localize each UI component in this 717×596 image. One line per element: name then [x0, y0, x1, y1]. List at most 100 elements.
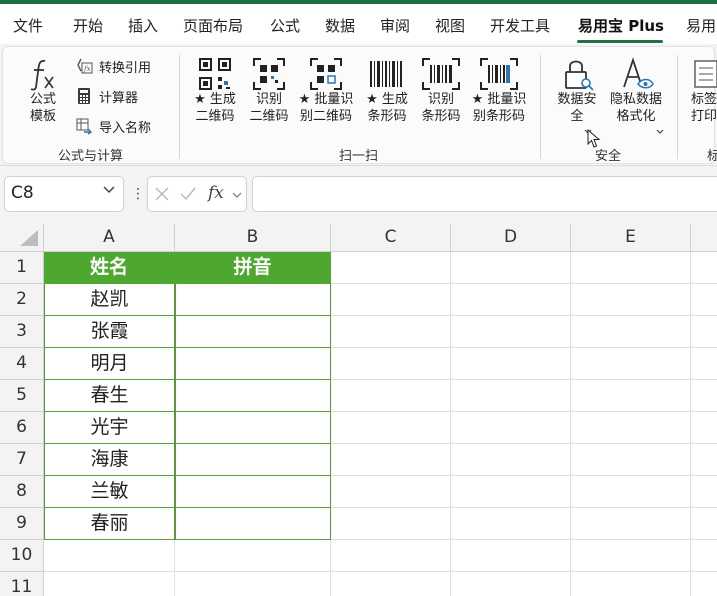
cell-d2[interactable]: [451, 284, 571, 316]
row-header-9[interactable]: 9: [0, 508, 44, 540]
cell-c4[interactable]: [331, 348, 451, 380]
privacy-format-button[interactable]: 隐私数据 格式化: [606, 57, 666, 134]
cell-c5[interactable]: [331, 380, 451, 412]
cell-b10[interactable]: [175, 540, 331, 572]
name-cell[interactable]: 光宇: [44, 412, 175, 444]
menu-developer[interactable]: 开发工具: [490, 15, 550, 36]
menu-page-layout[interactable]: 页面布局: [183, 15, 243, 36]
row-header-7[interactable]: 7: [0, 444, 44, 476]
menu-yiyong-cut[interactable]: 易用: [686, 15, 716, 36]
cell-f8[interactable]: [691, 476, 717, 508]
pinyin-cell[interactable]: [175, 476, 331, 508]
cell-a10[interactable]: [44, 540, 175, 572]
recognize-barcode-button[interactable]: 识别 条形码: [417, 57, 465, 125]
cell-f2[interactable]: [691, 284, 717, 316]
cell-f9[interactable]: [691, 508, 717, 540]
calculator-button[interactable]: 计算器: [75, 85, 138, 107]
cell-d1[interactable]: [451, 252, 571, 284]
header-cell-pinyin[interactable]: 拼音: [175, 252, 331, 284]
cell-e6[interactable]: [571, 412, 691, 444]
cell-f6[interactable]: [691, 412, 717, 444]
row-header-4[interactable]: 4: [0, 348, 44, 380]
cell-f1[interactable]: [691, 252, 717, 284]
column-header-d[interactable]: D: [451, 224, 571, 252]
cell-f10[interactable]: [691, 540, 717, 572]
pinyin-cell[interactable]: [175, 348, 331, 380]
column-header-e[interactable]: E: [571, 224, 691, 252]
cell-f3[interactable]: [691, 316, 717, 348]
cell-e8[interactable]: [571, 476, 691, 508]
cell-d6[interactable]: [451, 412, 571, 444]
menu-review[interactable]: 审阅: [380, 15, 410, 36]
cell-d3[interactable]: [451, 316, 571, 348]
menu-file[interactable]: 文件: [13, 15, 43, 36]
cancel-icon[interactable]: [154, 186, 170, 202]
confirm-icon[interactable]: [180, 186, 196, 202]
cell-e4[interactable]: [571, 348, 691, 380]
cell-e2[interactable]: [571, 284, 691, 316]
column-header-f[interactable]: [691, 224, 717, 252]
name-cell[interactable]: 春生: [44, 380, 175, 412]
cell-b11[interactable]: [175, 572, 331, 596]
name-cell[interactable]: 兰敏: [44, 476, 175, 508]
cell-e11[interactable]: [571, 572, 691, 596]
label-print-button[interactable]: 标签 打印: [691, 57, 717, 125]
cell-c9[interactable]: [331, 508, 451, 540]
cell-d4[interactable]: [451, 348, 571, 380]
cell-e5[interactable]: [571, 380, 691, 412]
chevron-down-icon[interactable]: [232, 192, 242, 199]
cell-f11[interactable]: [691, 572, 717, 596]
import-name-button[interactable]: 导入名称: [75, 115, 151, 137]
cell-c11[interactable]: [331, 572, 451, 596]
generate-qrcode-button[interactable]: ★ 生成 二维码: [191, 57, 239, 125]
cell-d8[interactable]: [451, 476, 571, 508]
row-header-6[interactable]: 6: [0, 412, 44, 444]
cell-e3[interactable]: [571, 316, 691, 348]
recognize-qrcode-button[interactable]: 识别 二维码: [247, 57, 291, 125]
cell-e9[interactable]: [571, 508, 691, 540]
batch-recognize-qrcode-button[interactable]: ★ 批量识 别二维码: [297, 57, 355, 125]
cell-d11[interactable]: [451, 572, 571, 596]
row-header-1[interactable]: 1: [0, 252, 44, 284]
cell-c1[interactable]: [331, 252, 451, 284]
name-cell[interactable]: 春丽: [44, 508, 175, 540]
pinyin-cell[interactable]: [175, 508, 331, 540]
cell-c8[interactable]: [331, 476, 451, 508]
pinyin-cell[interactable]: [175, 444, 331, 476]
cell-c2[interactable]: [331, 284, 451, 316]
cell-a11[interactable]: [44, 572, 175, 596]
column-header-a[interactable]: A: [44, 224, 175, 252]
row-header-10[interactable]: 10: [0, 540, 44, 572]
cell-c10[interactable]: [331, 540, 451, 572]
cell-f7[interactable]: [691, 444, 717, 476]
convert-reference-button[interactable]: fx 转换引用: [75, 55, 151, 77]
formula-input[interactable]: [252, 176, 717, 212]
menu-insert[interactable]: 插入: [128, 15, 158, 36]
cell-d7[interactable]: [451, 444, 571, 476]
row-header-3[interactable]: 3: [0, 316, 44, 348]
cell-f5[interactable]: [691, 380, 717, 412]
menu-view[interactable]: 视图: [435, 15, 465, 36]
cell-e7[interactable]: [571, 444, 691, 476]
cell-d5[interactable]: [451, 380, 571, 412]
pinyin-cell[interactable]: [175, 284, 331, 316]
name-cell[interactable]: 海康: [44, 444, 175, 476]
insert-function-icon[interactable]: fx: [208, 183, 224, 203]
cell-f4[interactable]: [691, 348, 717, 380]
name-cell[interactable]: 张霞: [44, 316, 175, 348]
menu-data[interactable]: 数据: [325, 15, 355, 36]
cell-d9[interactable]: [451, 508, 571, 540]
name-cell[interactable]: 明月: [44, 348, 175, 380]
cell-c3[interactable]: [331, 316, 451, 348]
menu-home[interactable]: 开始: [73, 15, 103, 36]
row-header-11[interactable]: 11: [0, 572, 44, 596]
pinyin-cell[interactable]: [175, 380, 331, 412]
pinyin-cell[interactable]: [175, 412, 331, 444]
menu-formulas[interactable]: 公式: [270, 15, 300, 36]
pinyin-cell[interactable]: [175, 316, 331, 348]
data-security-button[interactable]: 数据安 全: [551, 57, 603, 134]
formula-template-button[interactable]: 公式 模板: [23, 57, 63, 125]
header-cell-name[interactable]: 姓名: [44, 252, 175, 284]
cell-e10[interactable]: [571, 540, 691, 572]
generate-barcode-button[interactable]: ★ 生成 条形码: [363, 57, 411, 125]
